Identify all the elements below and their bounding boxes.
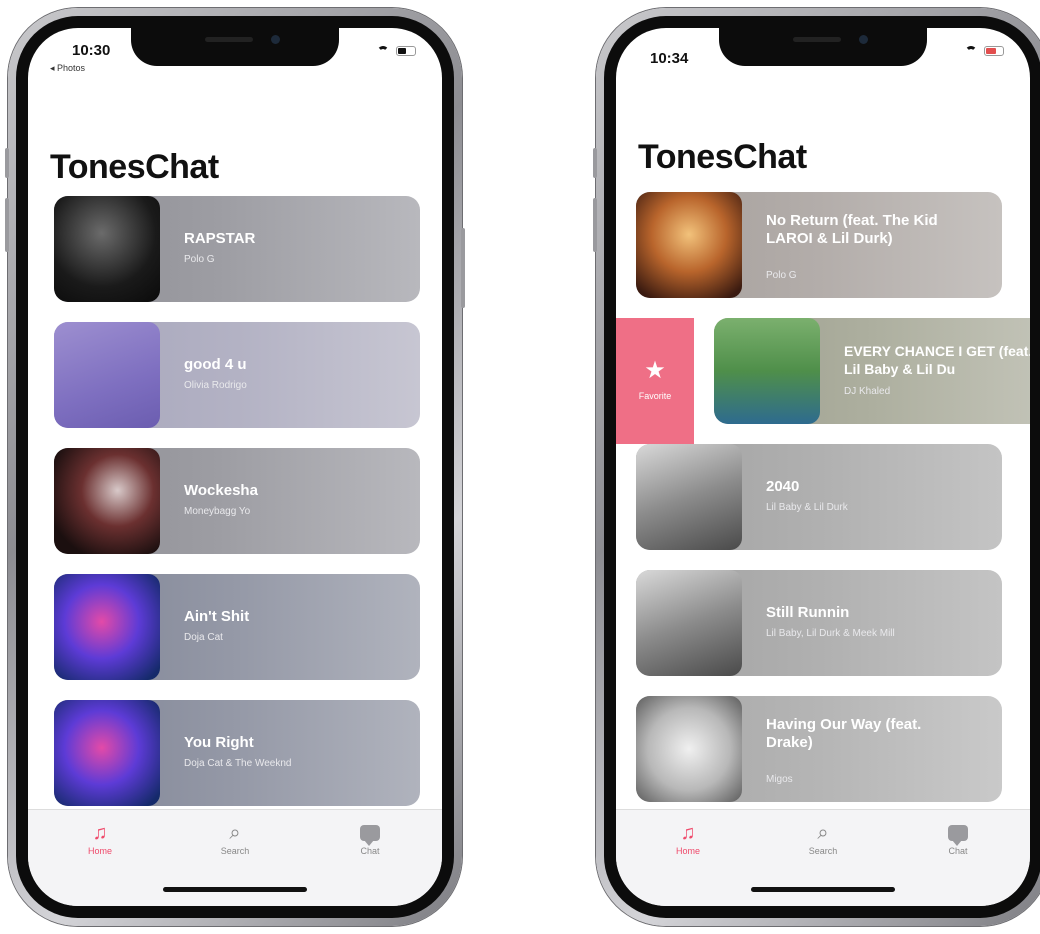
status-time: 10:30 — [72, 42, 111, 59]
tab-label: Chat — [948, 846, 968, 856]
music-note-icon: ♫ — [680, 822, 696, 844]
tab-search[interactable]: ⌕ Search — [793, 820, 853, 856]
phone-left: 10:30 ◂ Photos TonesChat RAPSTAR Polo G … — [5, 8, 465, 926]
wifi-icon — [964, 46, 978, 56]
song-artist: Olivia Rodrigo — [184, 380, 247, 391]
side-button — [5, 148, 9, 178]
song-title: Still Runnin — [766, 604, 850, 621]
song-title: EVERY CHANCE I GET (feat. Lil Baby & Lil… — [844, 343, 1030, 377]
tab-home[interactable]: ♫ Home — [658, 820, 718, 856]
tab-bar: ♫ Home ⌕ Search Chat — [28, 809, 442, 906]
tab-chat[interactable]: Chat — [340, 820, 400, 856]
screen: 10:30 ◂ Photos TonesChat RAPSTAR Polo G … — [28, 28, 442, 906]
wifi-icon — [376, 46, 390, 56]
song-artist: Polo G — [766, 270, 797, 281]
song-title: Ain't Shit — [184, 608, 250, 625]
song-artist: Doja Cat & The Weeknd — [184, 758, 292, 769]
home-indicator — [163, 887, 307, 892]
side-button — [593, 198, 597, 252]
album-art — [54, 196, 160, 302]
song-artist: Doja Cat — [184, 632, 223, 643]
tab-label: Home — [675, 846, 700, 856]
song-artist: Lil Baby & Lil Durk — [766, 502, 848, 513]
song-row[interactable]: You Right Doja Cat & The Weeknd — [54, 700, 420, 806]
song-artist: DJ Khaled — [844, 386, 891, 397]
page-title: TonesChat — [638, 138, 807, 176]
song-row[interactable]: EVERY CHANCE I GET (feat. Lil Baby & Lil… — [714, 318, 1030, 424]
album-art — [54, 322, 160, 428]
chat-icon — [340, 820, 400, 846]
song-title: 2040 — [766, 478, 800, 495]
album-art — [636, 696, 742, 802]
tab-home[interactable]: ♫ Home — [70, 820, 130, 856]
song-artist: Polo G — [184, 254, 215, 265]
status-icons — [964, 46, 1004, 56]
song-title: Wockesha — [184, 482, 258, 499]
tab-chat[interactable]: Chat — [928, 820, 988, 856]
song-title: No Return (feat. The Kid LAROI & Lil Dur… — [766, 212, 938, 247]
song-row[interactable]: Still Runnin Lil Baby, Lil Durk & Meek M… — [636, 570, 1002, 676]
tab-bar: ♫ Home ⌕ Search Chat — [616, 809, 1030, 906]
tab-search[interactable]: ⌕ Search — [205, 820, 265, 856]
tab-label: Search — [220, 846, 250, 856]
favorite-swipe-action[interactable]: ★ Favorite — [616, 318, 694, 444]
notch — [719, 28, 927, 66]
song-artist: Moneybagg Yo — [184, 506, 251, 517]
album-art — [54, 700, 160, 806]
star-icon: ★ — [644, 357, 666, 384]
tab-label: Chat — [360, 846, 380, 856]
side-button — [461, 228, 465, 308]
side-button — [5, 198, 9, 252]
song-title: You Right — [184, 734, 254, 751]
album-art — [714, 318, 820, 424]
song-row[interactable]: Ain't Shit Doja Cat — [54, 574, 420, 680]
search-icon: ⌕ — [817, 822, 829, 844]
phone-right: 10:34 TonesChat ★ Favorite No Return (fe… — [593, 8, 1040, 926]
album-art — [636, 444, 742, 550]
song-row[interactable]: Having Our Way (feat. Drake) Migos — [636, 696, 1002, 802]
song-row[interactable]: Wockesha Moneybagg Yo — [54, 448, 420, 554]
notch — [131, 28, 339, 66]
tab-label: Search — [808, 846, 838, 856]
album-art — [636, 570, 742, 676]
status-icons — [376, 46, 416, 56]
song-title: good 4 u — [184, 356, 247, 373]
side-button — [593, 148, 597, 178]
tab-label: Home — [87, 846, 112, 856]
search-icon: ⌕ — [229, 822, 241, 844]
screen: 10:34 TonesChat ★ Favorite No Return (fe… — [616, 28, 1030, 906]
chat-icon — [928, 820, 988, 846]
home-indicator — [751, 887, 895, 892]
page-title: TonesChat — [50, 148, 219, 186]
favorite-label: Favorite — [638, 391, 672, 401]
music-note-icon: ♫ — [92, 822, 108, 844]
battery-icon — [396, 46, 416, 56]
song-artist: Lil Baby, Lil Durk & Meek Mill — [766, 628, 895, 639]
back-to-photos-link[interactable]: ◂ Photos — [50, 63, 85, 74]
song-row[interactable]: RAPSTAR Polo G — [54, 196, 420, 302]
song-row[interactable]: good 4 u Olivia Rodrigo — [54, 322, 420, 428]
song-title: RAPSTAR — [184, 230, 256, 247]
song-row[interactable]: 2040 Lil Baby & Lil Durk — [636, 444, 1002, 550]
song-artist: Migos — [766, 774, 793, 785]
album-art — [54, 448, 160, 554]
album-art — [636, 192, 742, 298]
battery-icon — [984, 46, 1004, 56]
song-title: Having Our Way (feat. Drake) — [766, 716, 922, 751]
song-row[interactable]: No Return (feat. The Kid LAROI & Lil Dur… — [636, 192, 1002, 298]
album-art — [54, 574, 160, 680]
status-time: 10:34 — [650, 50, 689, 67]
